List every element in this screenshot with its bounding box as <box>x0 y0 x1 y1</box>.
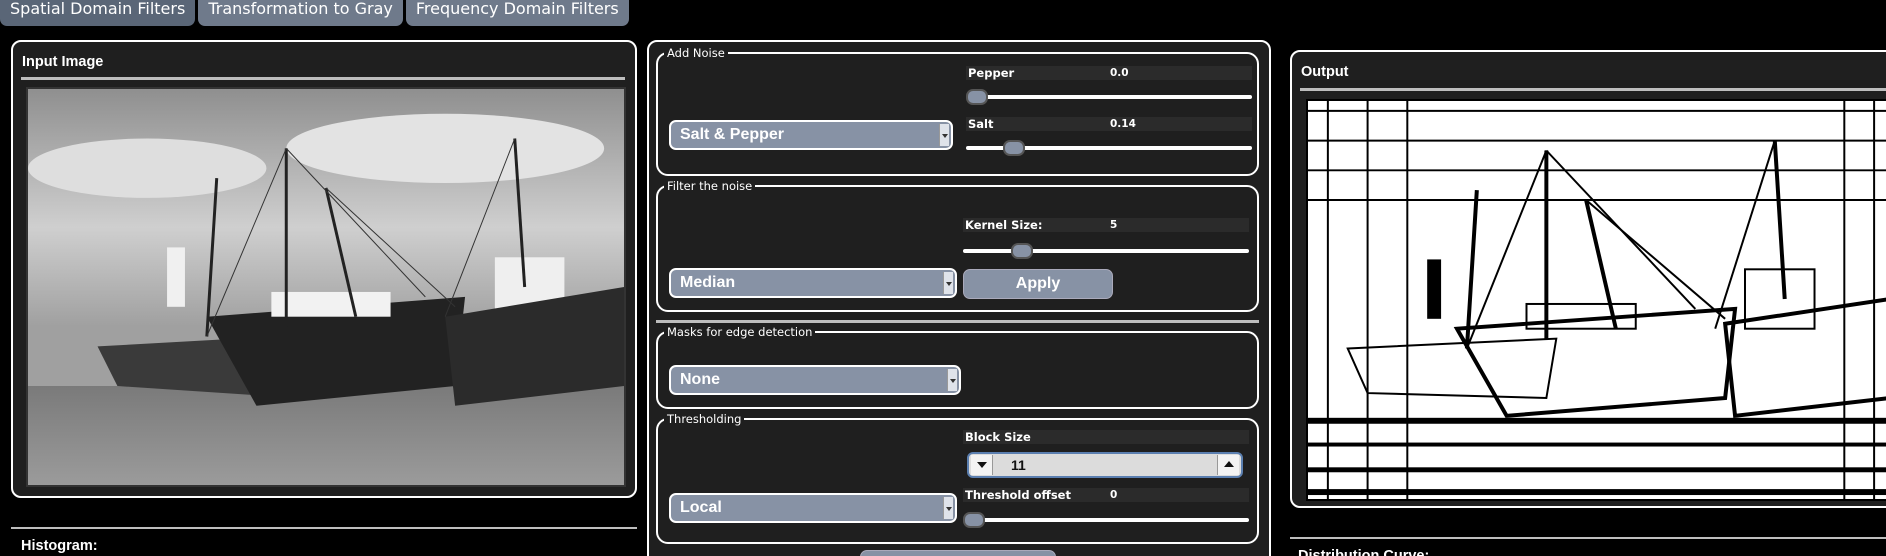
kernel-label-row: Kernel Size: 5 <box>963 218 1249 232</box>
divider <box>1300 88 1886 91</box>
slider-track <box>963 518 1249 522</box>
filter-type-value: Median <box>680 274 736 291</box>
input-image-panel: Input Image <box>11 40 637 498</box>
edge-mask-select[interactable]: None <box>669 365 961 395</box>
tab-spatial-domain-filters[interactable]: Spatial Domain Filters <box>0 0 196 26</box>
tab-label: Transformation to Gray <box>208 0 393 18</box>
noise-type-value: Salt & Pepper <box>680 126 785 143</box>
input-image <box>26 87 626 487</box>
apply-button[interactable]: Apply <box>963 269 1113 299</box>
salt-slider[interactable] <box>966 140 1252 156</box>
pepper-slider[interactable] <box>966 89 1252 105</box>
distribution-title: Distribution Curve: <box>1298 548 1430 556</box>
divider <box>656 320 1259 323</box>
thresholding-legend: Thresholding <box>664 412 745 426</box>
edge-masks-legend: Masks for edge detection <box>664 325 816 339</box>
block-size-label: Block Size <box>965 430 1031 444</box>
kernel-size-slider[interactable] <box>963 243 1249 259</box>
histogram-title: Histogram: <box>21 538 98 554</box>
kernel-size-label: Kernel Size: <box>965 218 1043 232</box>
salt-value: 0.14 <box>1110 118 1136 130</box>
slider-handle[interactable] <box>966 89 988 105</box>
slider-track <box>963 249 1249 253</box>
thresholding-group: Thresholding Local Block Size 11 Thresho… <box>656 412 1259 544</box>
distribution-divider <box>1290 537 1886 539</box>
salt-label: Salt <box>968 117 994 131</box>
kernel-size-value: 5 <box>1110 219 1118 231</box>
bottom-button[interactable] <box>860 550 1056 556</box>
slider-handle[interactable] <box>1011 243 1033 259</box>
histogram-divider <box>11 527 637 529</box>
threshold-type-value: Local <box>680 499 722 516</box>
threshold-offset-label: Threshold offset <box>965 488 1071 502</box>
tab-label: Spatial Domain Filters <box>10 0 186 18</box>
edge-masks-group: Masks for edge detection None <box>656 325 1259 409</box>
slider-handle[interactable] <box>1003 140 1025 156</box>
chevron-down-icon <box>939 124 949 146</box>
output-panel: Output <box>1290 50 1886 508</box>
pepper-label-row: Pepper 0.0 <box>966 66 1252 80</box>
threshold-type-select[interactable]: Local <box>669 493 957 523</box>
block-size-label-row: Block Size <box>963 430 1249 444</box>
pepper-value: 0.0 <box>1110 67 1129 79</box>
decrement-icon[interactable] <box>971 455 993 475</box>
tab-bar: Spatial Domain Filters Transformation to… <box>0 0 629 26</box>
slider-track <box>966 95 1252 99</box>
output-image <box>1306 99 1886 501</box>
tab-frequency-domain-filters[interactable]: Frequency Domain Filters <box>405 0 629 26</box>
slider-handle[interactable] <box>963 512 985 528</box>
threshold-offset-slider[interactable] <box>963 512 1249 528</box>
input-image-graphic <box>28 89 624 485</box>
block-size-spinbox[interactable]: 11 <box>967 452 1243 478</box>
filter-noise-legend: Filter the noise <box>664 179 756 193</box>
edge-mask-value: None <box>680 371 720 388</box>
threshold-offset-value: 0 <box>1110 489 1118 501</box>
increment-icon[interactable] <box>1217 455 1239 475</box>
pepper-label: Pepper <box>968 66 1015 80</box>
offset-label-row: Threshold offset 0 <box>963 488 1249 502</box>
filter-noise-group: Filter the noise Median Kernel Size: 5 A… <box>656 179 1259 312</box>
chevron-down-icon <box>947 369 957 391</box>
chevron-down-icon <box>943 497 953 519</box>
tab-label: Frequency Domain Filters <box>415 0 619 18</box>
salt-label-row: Salt 0.14 <box>966 117 1252 131</box>
input-image-title: Input Image <box>22 54 104 70</box>
tab-transformation-to-gray[interactable]: Transformation to Gray <box>198 0 403 26</box>
filter-type-select[interactable]: Median <box>669 268 957 298</box>
add-noise-group: Add Noise Salt & Pepper Pepper 0.0 Salt … <box>656 46 1259 176</box>
add-noise-legend: Add Noise <box>664 46 728 60</box>
block-size-value: 11 <box>1011 457 1026 473</box>
divider <box>21 77 625 80</box>
chevron-down-icon <box>943 272 953 294</box>
output-title: Output <box>1301 64 1349 80</box>
output-image-graphic <box>1308 101 1886 499</box>
noise-type-select[interactable]: Salt & Pepper <box>669 120 953 150</box>
